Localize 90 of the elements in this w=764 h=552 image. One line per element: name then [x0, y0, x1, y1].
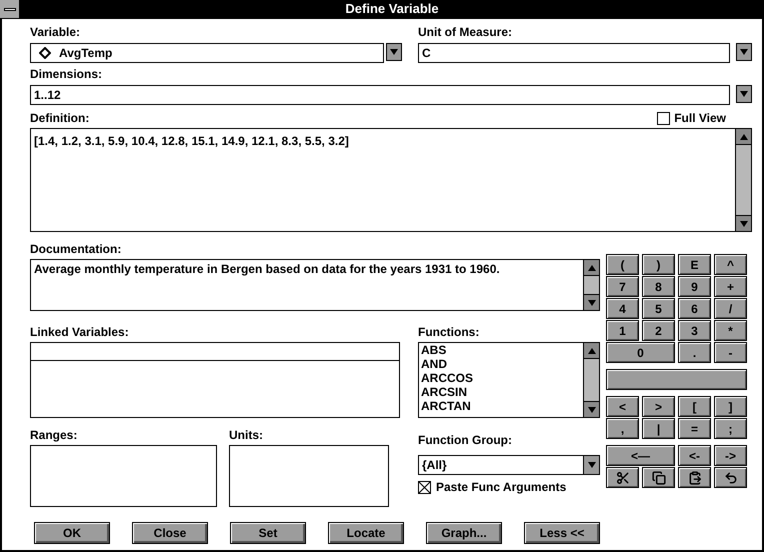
keypad-key[interactable]: - [714, 342, 747, 363]
field-label: Full View [674, 111, 726, 125]
down-arrow-icon [588, 462, 596, 468]
keypad-key[interactable]: . [678, 342, 711, 363]
keypad-key[interactable]: * [714, 320, 747, 341]
diamond-icon [39, 47, 51, 59]
keypad-key[interactable]: 5 [642, 298, 675, 319]
field-label: Definition: [30, 111, 90, 125]
dialog-button[interactable]: Graph... [426, 522, 502, 544]
keypad-key[interactable]: E [678, 254, 711, 275]
scrollbar[interactable] [583, 343, 599, 417]
dropdown-button[interactable] [583, 456, 599, 474]
system-menu-button[interactable] [0, 0, 20, 18]
dialog-button[interactable]: Close [132, 522, 208, 544]
keypad-key[interactable]: 8 [642, 276, 675, 297]
keypad-key[interactable]: 4 [606, 298, 639, 319]
keypad-key[interactable]: <- [678, 445, 711, 466]
down-arrow-icon [740, 49, 748, 55]
down-arrow-icon [390, 49, 398, 55]
keypad-key[interactable]: 6 [678, 298, 711, 319]
scrollbar[interactable] [735, 129, 751, 231]
linked-variables-list[interactable] [30, 342, 400, 418]
keypad-key[interactable]: = [678, 418, 711, 439]
variable-combo[interactable]: AvgTemp [30, 43, 384, 63]
down-arrow-icon [588, 300, 596, 306]
ranges-list[interactable] [30, 445, 217, 507]
keypad-key[interactable]: -> [714, 445, 747, 466]
keypad-key[interactable]: > [642, 396, 675, 417]
field-label: Paste Func Arguments [436, 480, 566, 494]
up-arrow-icon [588, 264, 596, 270]
down-arrow-icon [740, 220, 748, 226]
field-label: Function Group: [418, 433, 512, 447]
keypad-space-bar[interactable] [606, 369, 747, 390]
keypad-key[interactable]: ) [642, 254, 675, 275]
field-label: Linked Variables: [30, 325, 130, 339]
undo-button[interactable] [714, 467, 747, 488]
up-arrow-icon [740, 134, 748, 140]
copy-button[interactable] [642, 467, 675, 488]
copy-icon [652, 470, 666, 484]
keypad-key[interactable]: 9 [678, 276, 711, 297]
field-label: Functions: [418, 325, 480, 339]
function-list-item[interactable]: ARCCOS [421, 371, 581, 385]
dropdown-button[interactable] [736, 85, 752, 103]
field-label: Dimensions: [30, 67, 104, 81]
keypad-key[interactable]: ; [714, 418, 747, 439]
window-title: Define Variable [344, 0, 440, 18]
dialog-button[interactable]: Locate [328, 522, 404, 544]
keypad-key[interactable]: [ [678, 396, 711, 417]
up-arrow-icon [588, 348, 596, 354]
keypad-key[interactable]: ( [606, 254, 639, 275]
unit-field[interactable]: C [418, 43, 730, 63]
paste-button[interactable] [678, 467, 711, 488]
field-label: Unit of Measure: [418, 25, 514, 39]
undo-icon [724, 470, 738, 484]
field-label: Documentation: [30, 242, 122, 256]
keypad-key[interactable]: ] [714, 396, 747, 417]
cut-button[interactable] [606, 467, 639, 488]
dropdown-button[interactable] [386, 43, 402, 61]
keypad-key[interactable]: + [714, 276, 747, 297]
function-list-item[interactable]: ABS [421, 343, 581, 357]
keypad-key[interactable]: / [714, 298, 747, 319]
keypad-key[interactable]: 3 [678, 320, 711, 341]
field-label: Variable: [30, 25, 82, 39]
keypad-key[interactable]: | [642, 418, 675, 439]
field-label: Units: [229, 428, 264, 442]
checkbox[interactable] [657, 112, 670, 124]
keypad-key[interactable]: <— [606, 445, 675, 466]
checkbox[interactable] [418, 480, 431, 494]
keypad-key[interactable]: 0 [606, 342, 675, 363]
clipboard-icon [688, 470, 702, 484]
scissors-icon [616, 470, 630, 484]
units-list[interactable] [229, 445, 389, 507]
down-arrow-icon [588, 406, 596, 412]
keypad-key[interactable]: < [606, 396, 639, 417]
keypad-key[interactable]: ^ [714, 254, 747, 275]
dimensions-field[interactable]: 1..12 [30, 85, 730, 105]
dialog-button[interactable]: Less << [524, 522, 600, 544]
dialog-button[interactable]: Set [230, 522, 306, 544]
keypad-key[interactable]: 2 [642, 320, 675, 341]
keypad-key[interactable]: , [606, 418, 639, 439]
function-list-item[interactable]: ARCTAN [421, 399, 581, 413]
dialog-button[interactable]: OK [34, 522, 110, 544]
function-list-item[interactable]: ARCSIN [421, 385, 581, 399]
field-label: Ranges: [30, 428, 78, 442]
scrollbar[interactable] [583, 260, 599, 310]
dropdown-button[interactable] [736, 43, 752, 61]
down-arrow-icon [740, 91, 748, 97]
keypad-key[interactable]: 1 [606, 320, 639, 341]
keypad-key[interactable]: 7 [606, 276, 639, 297]
function-list-item[interactable]: AND [421, 357, 581, 371]
